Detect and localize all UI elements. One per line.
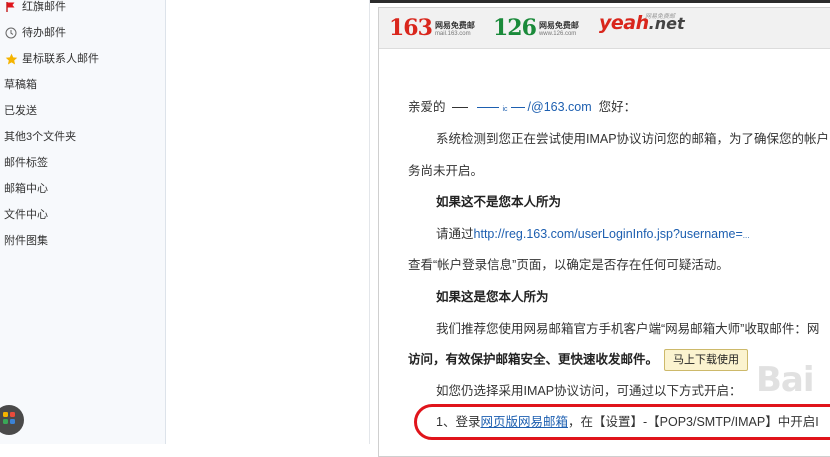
- para1-line2: 务尚未开启。: [408, 164, 484, 178]
- sidebar-item-flagged[interactable]: 红旗邮件: [4, 0, 66, 18]
- logo-163-number: 163: [389, 15, 433, 41]
- greeting-prefix: 亲爱的: [408, 100, 446, 114]
- logo-126-url: www.126.com: [538, 31, 577, 37]
- sidebar-item-label: 其他3个文件夹: [4, 131, 77, 143]
- sidebar-item-sent[interactable]: 已发送: [4, 100, 37, 122]
- logo-126-number: 126: [493, 15, 537, 41]
- sidebar-item-label: 已发送: [4, 105, 37, 117]
- app-grid-icon: [2, 411, 16, 430]
- app-grid-button[interactable]: [0, 405, 24, 435]
- greeting-line: 亲爱的 ic /@163.com 您好：: [408, 98, 636, 119]
- sidebar-item-label: 草稿箱: [4, 79, 37, 91]
- mail-banner: 163 网易免费邮 mail.163.com 126 网易免费邮 www.126…: [379, 8, 830, 49]
- sidebar-item-label: 文件中心: [4, 209, 48, 221]
- sidebar-item-label: 邮件标签: [4, 157, 48, 169]
- para2: 请通过http://reg.163.com/userLoginInfo.jsp?…: [436, 225, 749, 245]
- logo-yeah-word: yeah: [599, 12, 649, 34]
- login-info-link-tail: ...: [742, 231, 750, 240]
- sidebar-item-other-folders[interactable]: 其他3个文件夹: [4, 126, 76, 148]
- email-blurred-mid: ic: [502, 106, 508, 113]
- star-icon: [4, 52, 18, 66]
- para6: 如您仍选择采用IMAP协议访问，可通过以下方式开启：: [436, 384, 742, 398]
- sidebar-item-starred-contacts[interactable]: 星标联系人邮件: [4, 48, 99, 70]
- logo-yeah: yeah.net 网易免费邮: [599, 12, 685, 34]
- download-now-button[interactable]: 马上下载使用: [664, 349, 749, 371]
- para1-line1: 系统检测到您正在尝试使用IMAP协议访问您的邮箱，为了确保您的帐户: [436, 132, 830, 146]
- watermark: Bai: [756, 360, 815, 400]
- sidebar-item-todo[interactable]: 待办邮件: [4, 22, 66, 44]
- para4: 我们推荐您使用网易邮箱官方手机客户端“网易邮箱大师”收取邮件：网: [436, 322, 820, 336]
- logo-yeah-small: 网易免费邮: [645, 14, 676, 20]
- para2-prefix: 请通过: [436, 227, 474, 241]
- sidebar-item-attachments[interactable]: 附件图集: [4, 230, 48, 252]
- sidebar-item-file-center[interactable]: 文件中心: [4, 204, 48, 226]
- logo-163: 163 网易免费邮 mail.163.com: [389, 14, 475, 40]
- para5: 访问，有效保护邮箱安全、更快速收发邮件。 马上下载使用: [408, 349, 749, 371]
- login-info-link[interactable]: http://reg.163.com/userLoginInfo.jsp?use…: [474, 227, 743, 241]
- recipient-email: /@163.com: [527, 100, 592, 114]
- logo-126-title: 网易免费邮: [538, 21, 579, 30]
- sidebar-item-label: 邮箱中心: [4, 183, 48, 195]
- red-flag-icon: [4, 0, 18, 14]
- sidebar-item-label: 待办邮件: [22, 27, 66, 39]
- column-divider: [369, 0, 370, 444]
- logo-163-title: 网易免费邮: [434, 21, 475, 30]
- sidebar-item-label: 附件图集: [4, 235, 48, 247]
- heading-not-you: 如果这不是您本人所为: [436, 195, 562, 209]
- logo-163-url: mail.163.com: [434, 31, 471, 37]
- sidebar-item-mail-tags[interactable]: 邮件标签: [4, 152, 48, 174]
- logo-126: 126 网易免费邮 www.126.com: [493, 14, 579, 40]
- clock-icon: [4, 26, 18, 40]
- sidebar-item-label: 星标联系人邮件: [22, 53, 99, 65]
- sidebar-item-drafts[interactable]: 草稿箱: [4, 74, 37, 96]
- mail-list-area: [166, 0, 370, 444]
- greeting-suffix: 您好：: [598, 100, 637, 114]
- sidebar-item-mailbox-center[interactable]: 邮箱中心: [4, 178, 48, 200]
- para3: 查看“帐户登录信息”页面，以确定是否存在任何可疑活动。: [408, 258, 729, 272]
- sidebar-item-label: 红旗邮件: [22, 1, 66, 13]
- para5-bold: 访问，有效保护邮箱安全、更快速收发邮件。: [408, 352, 659, 367]
- sidebar: 红旗邮件 待办邮件 星标联系人邮件 草稿箱 已发送 其他3个文件夹 邮件标签 邮…: [0, 0, 166, 444]
- heading-is-you: 如果这是您本人所为: [436, 290, 549, 304]
- highlight-annotation: [414, 404, 830, 440]
